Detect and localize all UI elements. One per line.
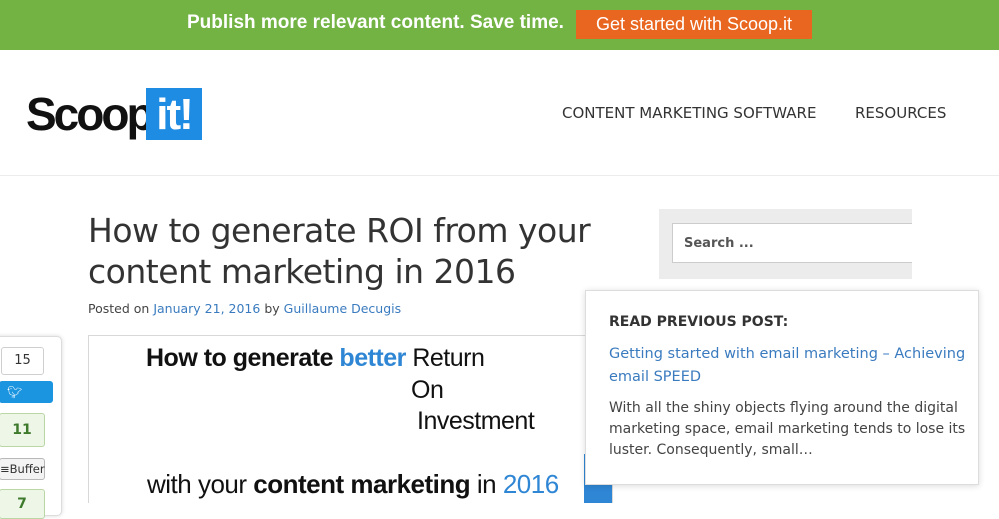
promo-bar: Publish more relevant content. Save time… <box>0 0 999 50</box>
nav-resources[interactable]: RESOURCES <box>855 104 946 122</box>
image-text-1c: R <box>405 344 430 372</box>
image-text-4d: 2016 <box>502 469 559 499</box>
read-previous-post-popup: READ PREVIOUS POST: Getting started with… <box>585 290 979 485</box>
search-input[interactable] <box>672 223 912 263</box>
nav-content-marketing-software[interactable]: CONTENT MARKETING SOFTWARE <box>562 104 816 122</box>
image-investment-text: Investment <box>417 407 535 436</box>
previous-post-excerpt: With all the shiny objects flying around… <box>609 400 966 458</box>
previous-post-link[interactable]: Getting started with email marketing – A… <box>609 343 969 389</box>
share-count-3: 7 <box>0 489 45 519</box>
post-featured-image: How to generate better Return On Investm… <box>88 335 613 503</box>
twitter-bird-icon: 🐦︎ <box>7 385 23 399</box>
image-text-2b: n <box>429 376 444 404</box>
image-text-4b: content marketing <box>253 469 471 499</box>
buffer-label: Buffer <box>9 462 45 476</box>
logo-text: Scoop. <box>26 88 164 140</box>
previous-post-heading: READ PREVIOUS POST: <box>609 314 789 330</box>
image-text-4c: in <box>470 469 503 499</box>
image-text-1b: better <box>339 344 406 372</box>
site-header: Scoop. it! CONTENT MARKETING SOFTWARE RE… <box>0 50 999 176</box>
by-label: by <box>264 301 280 316</box>
get-started-button[interactable]: Get started with Scoop.it <box>576 10 812 39</box>
buffer-count: 11 <box>0 413 45 447</box>
tweet-button[interactable]: 🐦︎Tweet <box>0 381 53 421</box>
posted-on-label: Posted on <box>88 301 150 316</box>
post-title: How to generate ROI from your content ma… <box>88 211 591 291</box>
image-headline: How to generate better Return <box>146 344 485 373</box>
image-subline: with your content marketing in 2016 <box>147 469 559 500</box>
image-text-2a: O <box>411 376 430 404</box>
buffer-stack-icon: ≡ <box>0 462 10 476</box>
image-text-1a: How to generate <box>146 344 340 372</box>
image-text-4a: with your <box>147 469 254 499</box>
social-share-panel: 15 🐦︎Tweet 11 ≡Buffer 7 <box>0 336 62 519</box>
image-text-3b: nvestment <box>423 407 535 435</box>
image-on-text: On <box>411 376 444 405</box>
image-text-1d: eturn <box>429 344 485 372</box>
promo-text: Publish more relevant content. Save time… <box>187 12 564 33</box>
logo-box: it! <box>146 88 202 140</box>
author-link[interactable]: Guillaume Decugis <box>284 301 401 316</box>
tweet-count: 15 <box>1 347 44 375</box>
post-date-link[interactable]: January 21, 2016 <box>153 301 260 316</box>
buffer-button[interactable]: ≡Buffer <box>0 458 45 480</box>
sidebar-search-widget <box>659 209 912 279</box>
post-meta: Posted on January 21, 2016 by Guillaume … <box>88 301 401 316</box>
